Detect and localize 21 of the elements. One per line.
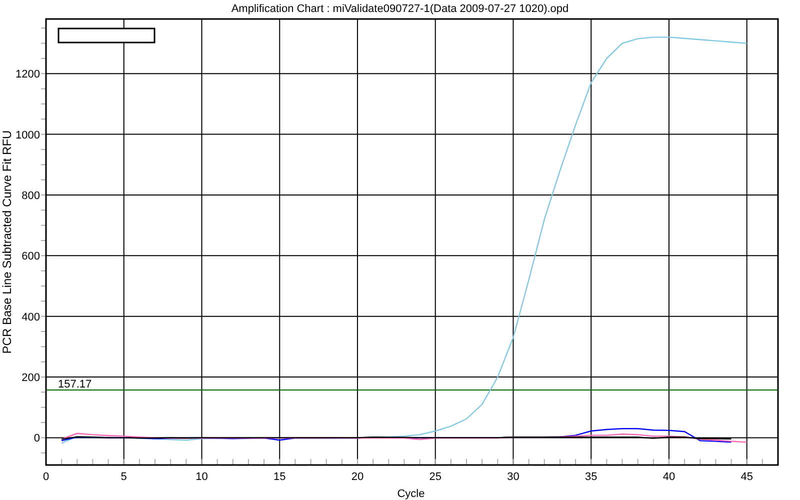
y-tick-label: 0 <box>34 432 40 445</box>
x-tick-label: 10 <box>196 471 208 483</box>
x-tick-label: 15 <box>274 471 286 483</box>
x-tick-label: 20 <box>351 471 364 483</box>
y-axis-label: PCR Base Line Subtracted Curve Fit RFU <box>0 130 14 354</box>
y-tick-label: 800 <box>22 190 40 202</box>
y-tick-label: 400 <box>22 311 40 324</box>
y-tick-label: 600 <box>22 250 40 263</box>
x-tick-label: 35 <box>584 471 598 483</box>
x-tick-label: 40 <box>662 471 676 483</box>
x-axis-label: Cycle <box>397 488 425 500</box>
x-tick-label: 25 <box>429 471 442 483</box>
x-tick-label: 45 <box>740 471 753 483</box>
x-tick-label: 30 <box>507 471 520 483</box>
y-tick-label: 1200 <box>16 68 40 81</box>
y-tick-label: 1000 <box>16 129 40 142</box>
x-tick-label: 0 <box>42 471 50 483</box>
y-tick-label: 200 <box>22 372 40 384</box>
x-tick-label: 5 <box>120 471 127 483</box>
threshold-label: 157.17 <box>58 378 92 390</box>
chart-title: Amplification Chart : miValidate090727-1(Data 2009-07-27 1020).opd <box>231 3 569 15</box>
